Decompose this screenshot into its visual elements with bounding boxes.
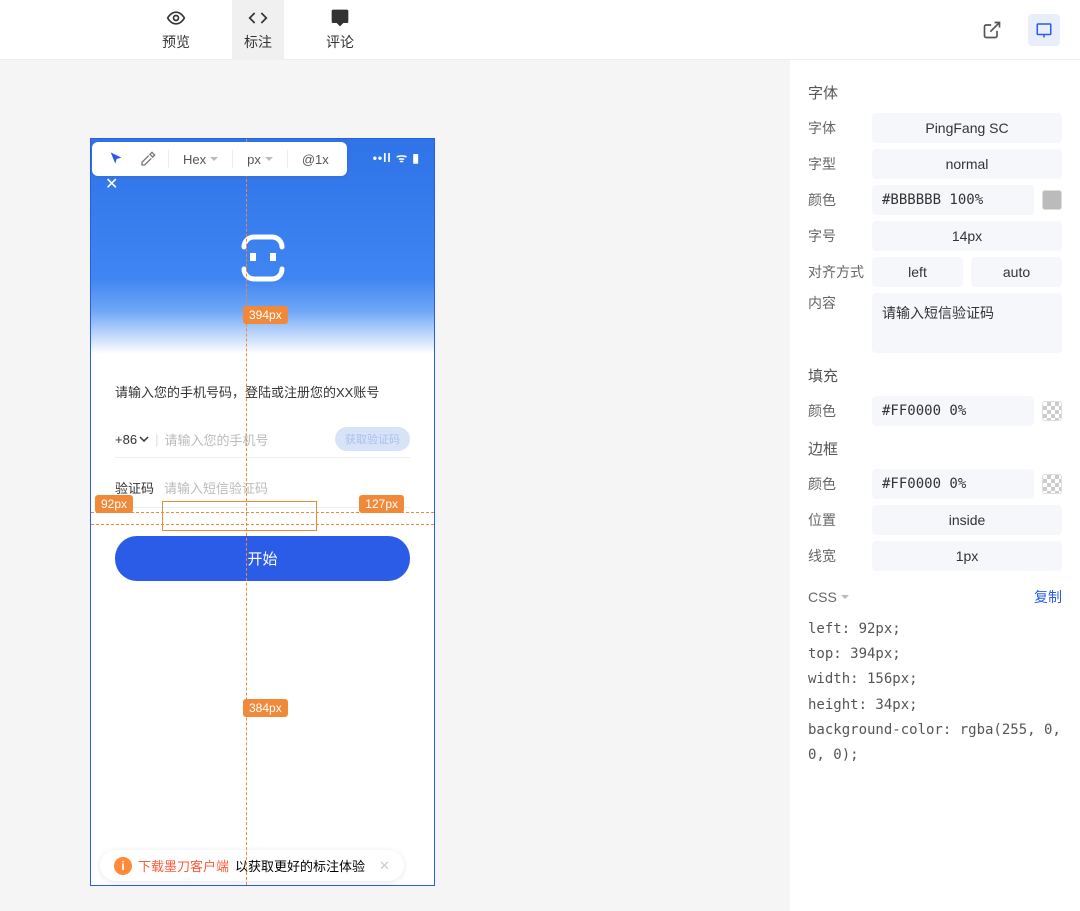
swatch-fill-color <box>1042 401 1062 421</box>
cursor-icon <box>108 151 124 167</box>
label-line-width: 线宽 <box>808 546 864 566</box>
canvas-toolbar: Hex px @1x <box>92 142 347 176</box>
panel-toggle-button[interactable] <box>1028 14 1060 46</box>
status-icons: ••ll ᯤ ▮ <box>373 149 420 166</box>
label-font-style: 字型 <box>808 154 864 174</box>
chevron-down-icon <box>139 434 149 444</box>
value-content[interactable]: 请输入短信验证码 <box>872 293 1062 353</box>
inspector-panel: 字体 字体 PingFang SC 字型 normal 颜色 #BBBBBB 1… <box>790 60 1080 911</box>
eye-icon <box>166 8 186 28</box>
label-border-color: 颜色 <box>808 474 864 494</box>
code-icon <box>248 8 268 28</box>
label-content: 内容 <box>808 293 864 313</box>
select-tool[interactable] <box>102 145 130 173</box>
eyedropper-icon <box>140 151 156 167</box>
label-color: 颜色 <box>808 190 864 210</box>
code-format-select[interactable]: CSS <box>808 589 849 605</box>
phone-input-row: +86 | 请输入您的手机号 获取验证码 <box>115 421 410 458</box>
measurement-left: 92px <box>95 495 133 513</box>
app-logo <box>234 229 292 287</box>
measurement-bottom: 384px <box>243 699 288 717</box>
zoom-level[interactable]: @1x <box>294 152 337 167</box>
measurement-right: 127px <box>359 495 404 513</box>
start-button[interactable]: 开始 <box>115 536 410 581</box>
export-button[interactable] <box>976 14 1008 46</box>
banner-text: 以获取更好的标注体验 <box>235 856 365 875</box>
copy-button[interactable]: 复制 <box>1034 587 1062 607</box>
measurement-top: 394px <box>243 306 288 324</box>
selection-outline <box>162 501 317 531</box>
panel-icon <box>1035 21 1053 39</box>
tab-label: 评论 <box>326 32 354 52</box>
banner-link[interactable]: 下载墨刀客户端 <box>138 856 229 875</box>
label-fill-color: 颜色 <box>808 401 864 421</box>
section-font: 字体 <box>808 82 1062 103</box>
value-font-family[interactable]: PingFang SC <box>872 113 1062 143</box>
top-tabs: 预览 标注 评论 <box>0 0 1080 60</box>
canvas-area: Hex px @1x 12:00 ••ll ᯤ ▮ ✕ 394px <box>0 60 790 911</box>
value-fill-color[interactable]: #FF0000 0% <box>872 396 1034 426</box>
label-align: 对齐方式 <box>808 262 864 282</box>
unit-select[interactable]: px <box>239 152 281 167</box>
country-prefix[interactable]: +86 <box>115 432 149 447</box>
value-align-h[interactable]: left <box>872 257 963 287</box>
section-fill: 填充 <box>808 365 1062 386</box>
value-font-color[interactable]: #BBBBBB 100% <box>872 185 1034 215</box>
comment-icon <box>330 8 350 28</box>
section-border: 边框 <box>808 438 1062 459</box>
value-font-style[interactable]: normal <box>872 149 1062 179</box>
tab-comment[interactable]: 评论 <box>314 0 366 60</box>
tab-preview[interactable]: 预览 <box>150 0 202 60</box>
download-banner: i 下载墨刀客户端 以获取更好的标注体验 ✕ <box>100 850 404 881</box>
label-position: 位置 <box>808 510 864 530</box>
swatch-font-color <box>1042 190 1062 210</box>
swatch-border-color <box>1042 474 1062 494</box>
phone-mockup: 12:00 ••ll ᯤ ▮ ✕ 394px 请输入您的手机号码，登陆或注册您的… <box>90 138 435 886</box>
value-font-size[interactable]: 14px <box>872 221 1062 251</box>
value-border-color[interactable]: #FF0000 0% <box>872 469 1034 499</box>
phone-body: 请输入您的手机号码，登陆或注册您的XX账号 +86 | 请输入您的手机号 获取验… <box>91 354 434 595</box>
label-font-family: 字体 <box>808 118 864 138</box>
color-format-select[interactable]: Hex <box>175 152 226 167</box>
tab-label: 预览 <box>162 32 190 52</box>
get-code-button[interactable]: 获取验证码 <box>335 427 410 451</box>
banner-close-icon[interactable]: ✕ <box>379 858 390 874</box>
info-icon: i <box>114 857 132 875</box>
external-link-icon <box>982 20 1002 40</box>
css-code-block[interactable]: left: 92px; top: 394px; width: 156px; he… <box>808 617 1062 768</box>
value-align-v[interactable]: auto <box>971 257 1062 287</box>
label-font-size: 字号 <box>808 226 864 246</box>
tab-label: 标注 <box>244 32 272 52</box>
prompt-text: 请输入您的手机号码，登陆或注册您的XX账号 <box>115 382 410 401</box>
value-border-position[interactable]: inside <box>872 505 1062 535</box>
tab-annotate[interactable]: 标注 <box>232 0 284 60</box>
value-border-width[interactable]: 1px <box>872 541 1062 571</box>
close-icon[interactable]: ✕ <box>105 174 420 194</box>
eyedropper-tool[interactable] <box>134 145 162 173</box>
